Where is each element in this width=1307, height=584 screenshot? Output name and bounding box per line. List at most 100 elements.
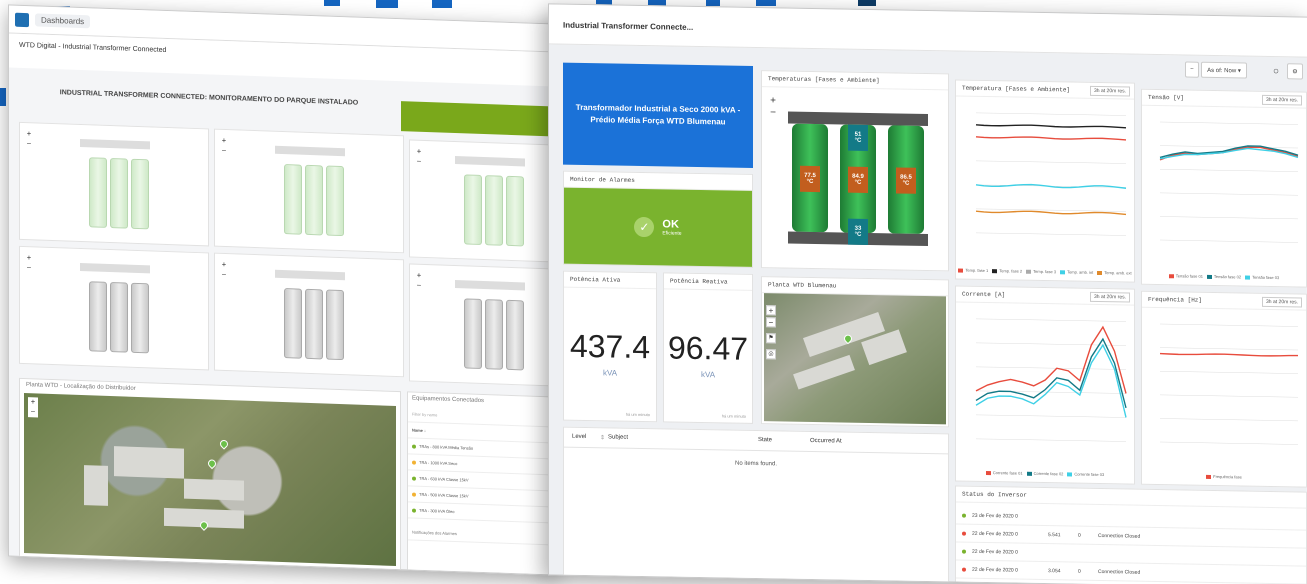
decor-square xyxy=(432,0,452,8)
transformer-card[interactable]: + − xyxy=(409,263,556,388)
marketing-composite: Dashboards WTD Digital - Industrial Tran… xyxy=(0,0,1307,584)
zoom-controls[interactable]: + − xyxy=(414,147,424,167)
range-button[interactable]: 3h at 20m res. xyxy=(1262,94,1302,106)
panel-title: Potência Reativa xyxy=(664,273,752,291)
zoom-controls[interactable]: + − xyxy=(219,136,229,156)
range-button[interactable]: 3h at 20m res. xyxy=(1262,296,1302,308)
as-of-dropdown[interactable]: As of: Now ▾ xyxy=(1201,61,1247,79)
gridline xyxy=(976,438,1126,442)
active-power-unit: kVA xyxy=(602,368,618,378)
series-line-2 xyxy=(975,343,1127,418)
row-label: TRA - 500 kVA Classe 15kV xyxy=(419,491,469,499)
status-cell-date: 22 de Fev de 2020 0 xyxy=(972,548,1018,556)
range-button[interactable]: 3h at 20m res. xyxy=(1090,291,1130,303)
temp-unit: °C xyxy=(854,231,862,238)
status-dot-icon xyxy=(412,492,416,497)
locate-icon[interactable]: ⚑ xyxy=(766,333,776,344)
transformer-green-icon xyxy=(84,141,154,230)
decor-square xyxy=(376,0,398,8)
decor-square xyxy=(858,0,876,6)
subject-column-header[interactable]: Subject xyxy=(608,434,758,444)
reactive-power-panel: Potência Reativa 96.47 kVA há um minuto xyxy=(663,272,753,424)
zoom-out-button[interactable]: − xyxy=(766,317,776,328)
zoom-controls[interactable]: + − xyxy=(768,95,778,119)
layers-icon[interactable]: ◎ xyxy=(766,349,776,360)
occurred-column-header[interactable]: Occurred At xyxy=(810,438,842,446)
status-cell-b: 0 xyxy=(1078,532,1081,539)
status-dot-icon xyxy=(412,508,416,513)
status-dot-icon xyxy=(412,476,416,481)
gridline xyxy=(1160,168,1298,172)
temp-bottom-badge: 33 °C xyxy=(848,218,868,245)
gridline xyxy=(1160,323,1298,327)
satellite-map[interactable] xyxy=(24,392,396,566)
gridline xyxy=(1160,216,1298,220)
transformer-3d-icon: 51 °C 77.5 °C 84.9 °C 86.5 °C 33 °C xyxy=(788,102,928,254)
minus-button[interactable]: − xyxy=(1185,61,1199,78)
sort-icon[interactable]: ⇕ xyxy=(600,434,608,441)
zoom-controls[interactable]: + − xyxy=(219,260,229,280)
state-column-header[interactable]: State xyxy=(758,437,810,445)
range-button[interactable]: 3h at 20m res. xyxy=(1090,85,1130,97)
zoom-in-button[interactable]: + xyxy=(766,305,776,316)
panel-title: Potência Ativa xyxy=(564,271,656,290)
map-pin-icon[interactable] xyxy=(218,438,230,450)
transformer-card[interactable]: + − xyxy=(19,121,209,247)
map-title: Planta WTD - Localização do Distribuidor xyxy=(26,382,136,392)
voltage-chart-panel: Tensão [V] 3h at 20m res. Tensão fase 01… xyxy=(1141,88,1307,288)
legend-label: Corrente fase 03 xyxy=(1074,471,1105,478)
gridline xyxy=(976,232,1126,236)
legend-label: Temp. amb. ext xyxy=(1104,270,1132,276)
transformer-gray-icon xyxy=(459,282,529,371)
refresh-icon[interactable]: ○ xyxy=(1269,63,1283,79)
voltage-line-chart xyxy=(1159,121,1299,243)
transformer-card[interactable]: + − xyxy=(214,252,404,378)
alarms-table-panel: Level ⇕ Subject State Occurred At No item… xyxy=(563,426,949,584)
legend-label: Tensão fase 01 xyxy=(1175,273,1203,279)
satellite-map[interactable] xyxy=(764,293,946,425)
status-dot-icon xyxy=(412,444,416,449)
zoom-controls[interactable]: + − xyxy=(24,253,34,273)
gridline xyxy=(1160,347,1298,351)
status-cell-date: 22 de Fev de 2020 0 xyxy=(972,566,1018,574)
legend-label: Temp. fase 2 xyxy=(999,268,1023,274)
temperature-line-chart xyxy=(975,112,1127,236)
gridline xyxy=(976,318,1126,322)
status-cell-date: 22 de Fev de 2020 0 xyxy=(972,530,1018,538)
equipment-table-panel: Equipamentos Conectados Filter by name N… xyxy=(407,391,556,576)
gridline xyxy=(1160,145,1298,149)
inverter-status-panel: Status do Inversor 23 de Fev de 2020 0 22… xyxy=(955,485,1307,584)
ok-sublabel: Eficiente xyxy=(662,230,682,237)
decor-square xyxy=(324,0,340,6)
breadcrumb[interactable]: Dashboards xyxy=(35,13,91,29)
left-dashboard-screen: Dashboards WTD Digital - Industrial Tran… xyxy=(8,4,556,576)
temp-unit: °C xyxy=(854,179,862,186)
map-zoom-controls[interactable]: + − xyxy=(28,397,38,418)
page-heading: INDUSTRIAL TRANSFORMER CONNECTED: MONITO… xyxy=(59,89,359,107)
alarm-monitor-panel: Monitor de Alarmes ✓ OK Eficiente xyxy=(563,170,753,268)
temp-top-badge: 51 °C xyxy=(848,124,868,151)
location-map-panel: Planta WTD - Localização do Distribuidor… xyxy=(19,377,401,572)
current-line-chart xyxy=(975,318,1127,442)
map-pin-icon[interactable] xyxy=(206,457,218,470)
reactive-power-value: 96.47 xyxy=(667,329,749,367)
right-dashboard-screen: Industrial Transformer Connecte... − As … xyxy=(548,3,1307,584)
status-cell-b: 0 xyxy=(1078,568,1081,575)
status-dot-icon xyxy=(962,513,966,518)
temp-unit: °C xyxy=(806,178,814,185)
decor-square xyxy=(756,0,776,6)
transformer-card[interactable]: + − xyxy=(409,139,556,264)
transformer-card[interactable]: + − xyxy=(214,128,404,254)
transformer-card[interactable]: + − xyxy=(19,245,209,371)
zoom-controls[interactable]: + − xyxy=(414,271,424,291)
settings-icon[interactable]: ⚙ xyxy=(1287,63,1303,80)
legend-label: Corrente fase 02 xyxy=(1033,470,1064,477)
chart-legend: Tensão fase 01 Tensão fase 02 Tensão fas… xyxy=(1142,273,1306,281)
zoom-controls[interactable]: + − xyxy=(24,129,34,149)
alarm-notifications-title: Notificações dos Alarmes xyxy=(408,524,556,546)
level-column-header[interactable]: Level xyxy=(572,434,600,441)
gridline xyxy=(1160,239,1298,243)
check-icon: ✓ xyxy=(634,216,655,238)
frequency-line-chart xyxy=(1159,323,1299,445)
gridline xyxy=(976,208,1126,212)
